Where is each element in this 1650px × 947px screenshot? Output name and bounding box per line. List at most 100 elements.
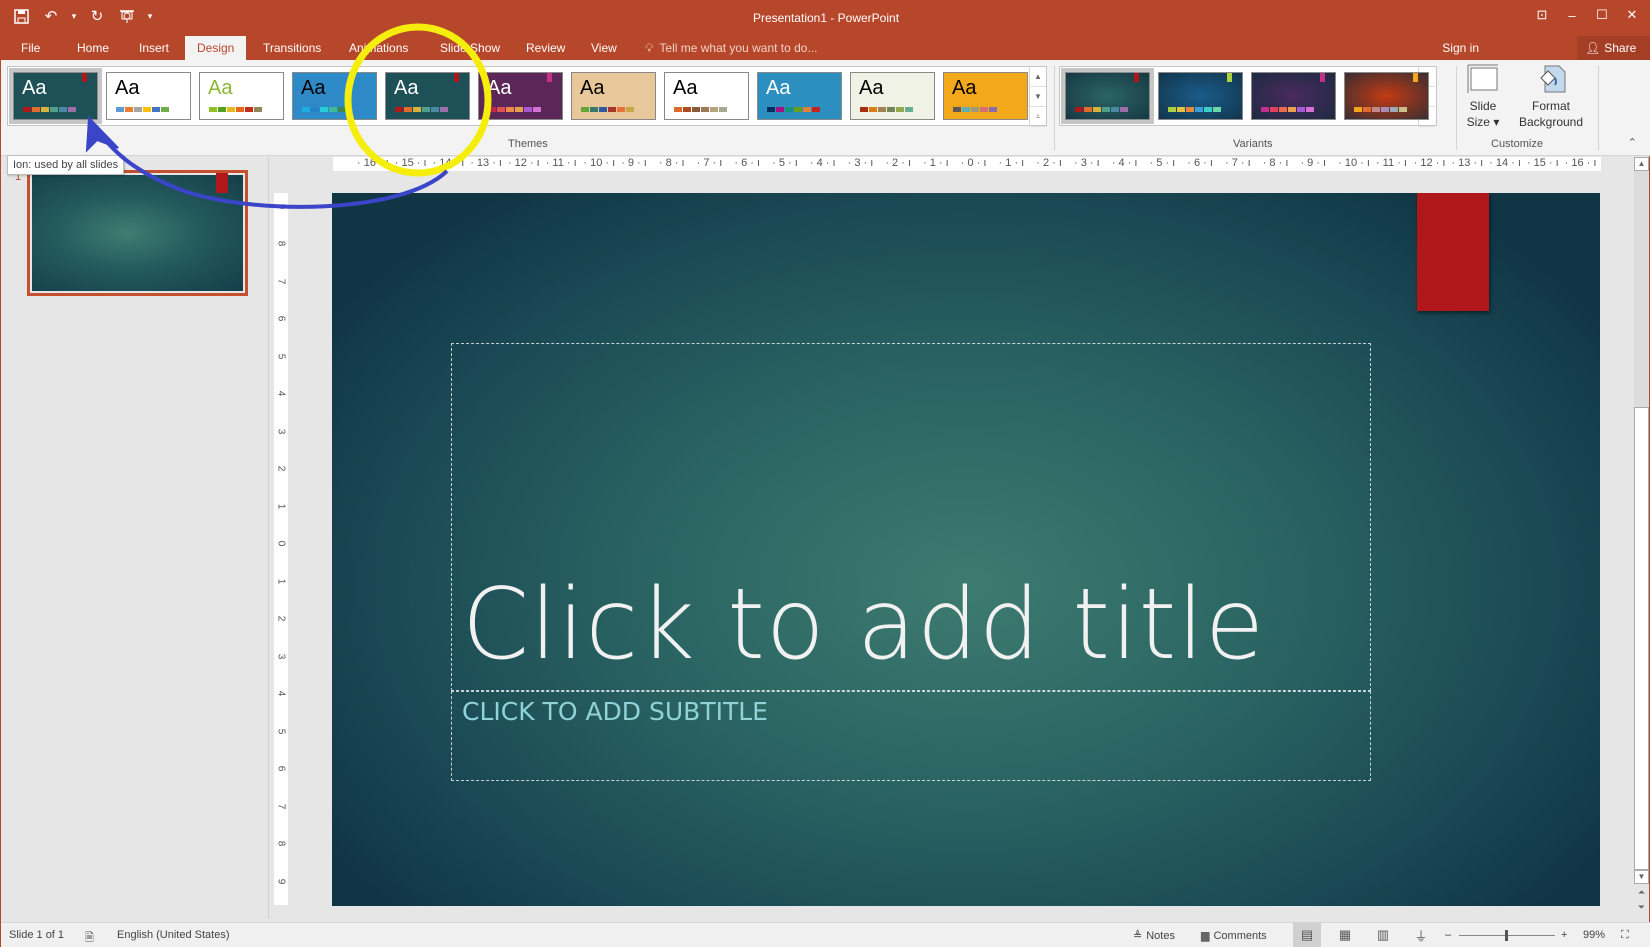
- tab-slide-show[interactable]: Slide Show: [428, 36, 512, 60]
- color-swatch: [218, 107, 226, 112]
- sign-in-link[interactable]: Sign in: [1442, 41, 1479, 55]
- zoom-in-icon[interactable]: +: [1561, 929, 1567, 941]
- color-swatch: [971, 107, 979, 112]
- zoom-slider[interactable]: [1459, 930, 1555, 941]
- theme-thumbnail[interactable]: Aa: [571, 72, 656, 120]
- accent-flag: [547, 73, 552, 82]
- comments-button[interactable]: ▆ Comments: [1201, 929, 1267, 943]
- slide-size-button[interactable]: Slide Size ▾: [1463, 64, 1503, 130]
- gallery-up-icon[interactable]: ▲: [1030, 67, 1046, 87]
- ruler-tick-label: 7: [275, 803, 287, 809]
- zoom-out-icon[interactable]: –: [1445, 929, 1451, 941]
- color-swatch: [23, 107, 31, 112]
- ruler-tick-label: · 14 · ı: [1489, 157, 1521, 169]
- ruler-tick-label: 8: [275, 241, 287, 247]
- tab-insert[interactable]: Insert: [127, 36, 181, 60]
- gallery-down-icon[interactable]: ▼: [1030, 87, 1046, 107]
- theme-thumbnail[interactable]: Aa: [757, 72, 842, 120]
- variant-thumbnail[interactable]: [1251, 72, 1336, 120]
- share-button[interactable]: 👤︎ Share: [1577, 36, 1650, 60]
- color-swatch: [1288, 107, 1296, 112]
- ruler-tick-label: · 16 · ı: [1564, 157, 1597, 169]
- color-swatch: [254, 107, 262, 112]
- next-slide-icon[interactable]: ⏷: [1634, 902, 1649, 913]
- color-swatch: [497, 107, 505, 112]
- ruler-tick-label: · 9 · ı: [1300, 157, 1327, 169]
- ruler-tick-label: 5: [275, 353, 287, 360]
- zoom-percent[interactable]: 99%: [1583, 929, 1605, 941]
- title-placeholder[interactable]: Click to add title: [451, 343, 1371, 691]
- normal-view-icon[interactable]: ▤: [1293, 923, 1321, 947]
- color-swatch: [125, 107, 133, 112]
- ribbon-tabs: File Home Insert Design Transitions Anim…: [1, 32, 1650, 60]
- tab-file[interactable]: File: [9, 36, 52, 60]
- slide-show-view-icon[interactable]: ⏚: [1407, 923, 1435, 947]
- theme-thumbnail[interactable]: Aa: [199, 72, 284, 120]
- color-swatch: [1306, 107, 1314, 112]
- fit-slide-icon[interactable]: ⛶: [1621, 929, 1629, 942]
- minimize-icon[interactable]: –: [1557, 4, 1587, 26]
- theme-thumbnail[interactable]: Aa: [292, 72, 377, 120]
- dropdown-caret-icon: ▾: [1489, 115, 1500, 129]
- theme-thumbnail[interactable]: Aa: [943, 72, 1028, 120]
- ribbon-display-options-icon[interactable]: ⊡: [1527, 4, 1557, 26]
- theme-thumbnail[interactable]: Aa: [478, 72, 563, 120]
- scroll-track[interactable]: [1634, 171, 1649, 407]
- horizontal-ruler: · 16 · ı · 15 · ı · 14 · ı · 13 · ı · 12 · ı…: [333, 157, 1601, 171]
- theme-thumbnail[interactable]: Aa: [106, 72, 191, 120]
- scroll-up-icon[interactable]: ▲: [1634, 157, 1649, 171]
- variant-thumbnail[interactable]: [1158, 72, 1243, 120]
- color-swatch: [1297, 107, 1305, 112]
- theme-thumbnail[interactable]: Aa: [385, 72, 470, 120]
- slide-thumbnail[interactable]: [27, 170, 248, 296]
- group-separator: [1456, 66, 1457, 150]
- group-separator: [1598, 66, 1599, 150]
- tab-review[interactable]: Review: [514, 36, 577, 60]
- close-icon[interactable]: ✕: [1617, 4, 1647, 26]
- notes-button[interactable]: ≜ Notes: [1133, 929, 1175, 943]
- color-swatch: [590, 107, 598, 112]
- language-indicator[interactable]: English (United States): [117, 929, 230, 941]
- color-swatch: [1084, 107, 1092, 112]
- tab-design[interactable]: Design: [185, 36, 247, 60]
- theme-thumbnail[interactable]: Aa: [664, 72, 749, 120]
- accent-flag: [1413, 73, 1418, 82]
- spell-check-icon[interactable]: 🗎︎: [85, 929, 94, 947]
- ruler-tick-label: · 7 · ı: [696, 157, 723, 169]
- color-swatch: [1270, 107, 1278, 112]
- color-swatch: [1261, 107, 1269, 112]
- vertical-scrollbar[interactable]: ▲ ▼ ⏶ ⏷: [1634, 157, 1649, 912]
- reading-view-icon[interactable]: ▥: [1369, 923, 1397, 947]
- previous-slide-icon[interactable]: ⏶: [1634, 887, 1649, 898]
- ruler-tick-label: · 13 · ı: [470, 157, 502, 169]
- theme-thumbnail[interactable]: Aa: [850, 72, 935, 120]
- variant-thumbnail[interactable]: [1344, 72, 1429, 120]
- collapse-ribbon-icon[interactable]: ⌃: [1628, 136, 1637, 149]
- color-swatch: [50, 107, 58, 112]
- scroll-thumb[interactable]: [1634, 407, 1649, 870]
- slide-sorter-view-icon[interactable]: ▦: [1331, 923, 1359, 947]
- gallery-more-icon[interactable]: ⩡: [1030, 107, 1046, 127]
- theme-sample-text: Aa: [115, 77, 140, 99]
- ruler-tick-label: · 6 · ı: [734, 157, 761, 169]
- ruler-tick-label: · 10 · ı: [1338, 157, 1370, 169]
- color-swatch: [1372, 107, 1380, 112]
- tab-view[interactable]: View: [579, 36, 629, 60]
- maximize-icon[interactable]: ☐: [1587, 4, 1617, 26]
- format-background-button[interactable]: Format Background: [1511, 64, 1591, 130]
- tab-home[interactable]: Home: [65, 36, 121, 60]
- theme-thumbnail[interactable]: Aa: [9, 68, 102, 124]
- color-swatch: [674, 107, 682, 112]
- tab-animations[interactable]: Animations: [337, 36, 420, 60]
- zoom-slider-knob[interactable]: [1504, 930, 1508, 941]
- tab-transitions[interactable]: Transitions: [251, 36, 333, 60]
- scroll-down-icon[interactable]: ▼: [1634, 870, 1649, 884]
- ruler-tick-label: 4: [275, 690, 287, 697]
- subtitle-placeholder[interactable]: CLICK TO ADD SUBTITLE: [451, 691, 1371, 781]
- slide-canvas[interactable]: Click to add title CLICK TO ADD SUBTITLE: [332, 193, 1600, 906]
- variant-thumbnail[interactable]: [1061, 68, 1154, 124]
- color-swatch: [1102, 107, 1110, 112]
- ribbon-design: ▲ ▼ ⩡ Aa Aa Aa Aa Aa Aa Aa Aa Aa Aa Aa Themes ▲ ▼ …: [1, 60, 1650, 156]
- title-bar: ↶ ▾ ↻ ▾ Presentation1 - PowerPoint ⊡ – ☐…: [1, 0, 1650, 32]
- tell-me-box[interactable]: 💡︎ Tell me what you want to do...: [645, 41, 818, 56]
